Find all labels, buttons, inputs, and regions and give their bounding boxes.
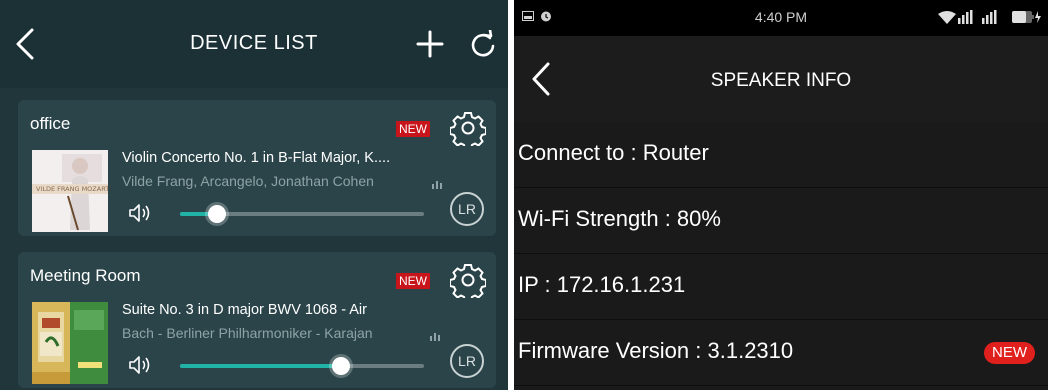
device-card-office[interactable]: office NEW VILDE FRANG MOZART Violin Con… [18, 100, 496, 236]
wifi-icon [938, 11, 956, 24]
info-row-firmware[interactable]: Firmware Version : 3.1.2310 NEW [514, 320, 1048, 386]
artist-name: Bach - Berliner Philharmoniker - Karajan [122, 325, 373, 341]
volume-slider[interactable] [180, 357, 424, 375]
firmware-new-badge[interactable]: NEW [984, 342, 1035, 364]
equalizer-icon [430, 333, 440, 341]
album-art-text: VILDE FRANG MOZART [36, 185, 108, 193]
settings-gear-icon[interactable] [450, 110, 486, 146]
device-list-header: DEVICE LIST [0, 0, 508, 88]
speaker-info-panel: 4:40 PM SPEAKER INFO Connect to: Router… [514, 0, 1048, 390]
ip-text: IP : 172.16.1.231 [518, 272, 686, 297]
new-badge: NEW [396, 273, 430, 289]
volume-knob[interactable] [207, 205, 226, 223]
song-title: Suite No. 3 in D major BWV 1068 - Air [122, 302, 367, 318]
signal-strength-icon [958, 10, 997, 24]
status-bar: 4:40 PM [514, 0, 1048, 36]
info-row-ip: IP : 172.16.1.231 [514, 254, 1048, 320]
settings-gear-icon[interactable] [450, 262, 486, 298]
song-title: Violin Concerto No. 1 in B-Flat Major, K… [122, 150, 391, 166]
volume-icon[interactable] [128, 202, 152, 224]
battery-charging-icon [1012, 11, 1041, 23]
volume-slider[interactable] [180, 205, 424, 223]
wifi-strength-text: Wi-Fi Strength : 80% [518, 206, 721, 231]
device-name: Meeting Room [30, 266, 141, 285]
artist-name: Vilde Frang, Arcangelo, Jonathan Cohen [122, 173, 374, 189]
volume-icon[interactable] [128, 354, 152, 376]
info-row-connection: Connect to : Router [514, 122, 1048, 188]
page-title: SPEAKER INFO [710, 70, 852, 91]
add-device-icon[interactable] [416, 30, 444, 58]
connection-text: Connect to : Router [518, 140, 709, 165]
firmware-version-text: Firmware Version : 3.1.2310 [518, 338, 794, 363]
channel-lr-button[interactable]: LR [450, 192, 484, 226]
new-badge: NEW [396, 121, 430, 137]
volume-fill [180, 364, 342, 368]
channel-lr-button[interactable]: LR [450, 344, 484, 378]
info-row-wifi-strength: Wi-Fi Strength : 80% [514, 188, 1048, 254]
volume-knob[interactable] [332, 357, 351, 375]
device-list-panel: DEVICE LIST office NEW VILDE FRANG MOZAR… [0, 0, 508, 390]
device-card-meeting-room[interactable]: Meeting Room NEW Suite No. 3 in D major … [18, 252, 496, 388]
speaker-info-header: SPEAKER INFO [514, 36, 1048, 122]
album-art: VILDE FRANG MOZART [32, 150, 109, 232]
album-art [32, 302, 108, 384]
device-name: office [30, 114, 71, 133]
equalizer-icon [432, 181, 442, 189]
refresh-icon[interactable] [470, 30, 496, 58]
